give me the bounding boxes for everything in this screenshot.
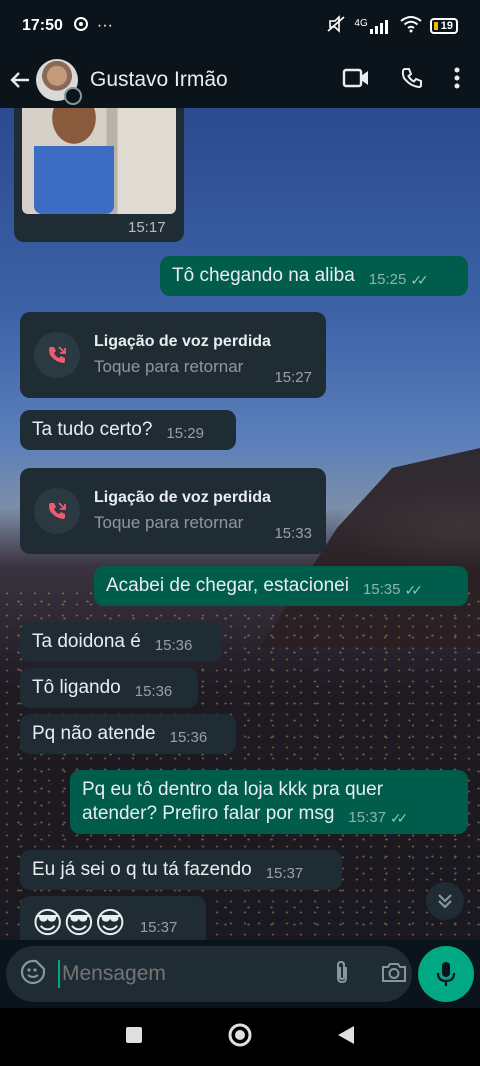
contact-avatar[interactable]	[36, 59, 82, 105]
system-navigation-bar	[0, 1008, 480, 1066]
battery-icon: 19	[429, 18, 458, 34]
message-time: 15:33	[274, 525, 312, 542]
recents-square-icon[interactable]	[125, 1026, 143, 1049]
outgoing-message[interactable]: Tô chegando na aliba 15:25 ✓✓	[160, 256, 468, 296]
read-receipt-icon: ✓✓	[410, 272, 429, 288]
menu-kebab-icon[interactable]	[454, 67, 460, 94]
mute-icon	[326, 14, 346, 38]
incoming-message[interactable]: Eu já sei o q tu tá fazendo 15:37	[20, 850, 342, 890]
status-update-icon	[64, 87, 82, 105]
signal-icon: 4G	[354, 18, 391, 34]
call-subtitle: Toque para retornar	[94, 357, 244, 376]
missed-call-icon	[34, 332, 80, 378]
chat-header: Gustavo Irmão	[0, 52, 480, 108]
back-arrow-icon[interactable]	[8, 68, 32, 92]
more-notifications-indicator: ···	[96, 17, 113, 34]
message-time: 15:37	[265, 865, 304, 882]
voice-message-button[interactable]	[418, 946, 474, 1002]
message-input[interactable]	[58, 960, 333, 988]
outgoing-message[interactable]: Pq eu tô dentro da loja kkk pra quer ate…	[70, 770, 468, 834]
message-time: 15:37	[348, 809, 386, 826]
missed-call-icon	[34, 488, 80, 534]
incoming-message[interactable]: Ta tudo certo? 15:29	[20, 410, 236, 450]
microphone-icon	[436, 962, 456, 986]
video-call-icon[interactable]	[342, 67, 370, 94]
emoji-message-text: 😎😎😎	[32, 907, 126, 940]
status-time: 17:50	[22, 17, 63, 34]
photo-timestamp: 15:17	[118, 214, 176, 241]
message-text: Ta tudo certo?	[32, 419, 153, 440]
read-receipt-icon: ✓✓	[389, 810, 409, 826]
message-time: 15:36	[154, 637, 193, 654]
message-time: 15:37	[139, 919, 178, 936]
message-time: 15:25	[368, 271, 407, 288]
status-bar: 17:50 ··· 4G 19	[0, 0, 480, 52]
network-type-label: 4G	[354, 18, 368, 29]
message-time: 15:36	[134, 683, 173, 700]
app-notification-icon	[73, 16, 89, 37]
message-text: Pq não atende	[32, 723, 156, 744]
double-chevron-down-icon	[438, 894, 452, 909]
read-receipt-icon: ✓✓	[404, 582, 424, 598]
attach-paperclip-icon[interactable]	[333, 959, 351, 990]
message-text: Pq eu tô dentro da loja kkk pra quer ate…	[82, 779, 384, 824]
emoji-sticker-icon[interactable]	[20, 959, 46, 990]
composer-bar	[0, 940, 480, 1008]
missed-call-message[interactable]: Ligação de voz perdida Toque para retorn…	[20, 312, 326, 398]
wifi-icon	[400, 15, 422, 38]
incoming-message[interactable]: 😎😎😎 15:37	[20, 896, 206, 940]
incoming-message[interactable]: Tô ligando 15:36	[20, 668, 198, 708]
message-time: 15:35	[362, 581, 401, 598]
message-text: Tô ligando	[32, 677, 121, 698]
voice-call-icon[interactable]	[400, 66, 424, 95]
outgoing-message[interactable]: Acabei de chegar, estacionei 15:35 ✓✓	[94, 566, 468, 606]
message-text: Tô chegando na aliba	[172, 265, 355, 286]
message-time: 15:36	[169, 729, 208, 746]
message-composer[interactable]	[6, 946, 412, 1002]
back-triangle-icon[interactable]	[337, 1025, 355, 1050]
incoming-message[interactable]: Pq não atende 15:36	[20, 714, 236, 754]
message-text: Ta doidona é	[32, 631, 141, 652]
call-title: Ligação de voz perdida	[94, 489, 271, 506]
message-time: 15:27	[274, 369, 312, 386]
call-subtitle: Toque para retornar	[94, 513, 244, 532]
incoming-message[interactable]: Ta doidona é 15:36	[20, 622, 222, 662]
message-text: Acabei de chegar, estacionei	[106, 575, 349, 596]
photo-thumbnail[interactable]	[22, 108, 176, 214]
message-text: Eu já sei o q tu tá fazendo	[32, 859, 252, 880]
message-time: 15:29	[166, 425, 204, 442]
contact-name[interactable]: Gustavo Irmão	[90, 68, 342, 92]
chat-messages-area[interactable]: 15:17 Tô chegando na aliba 15:25 ✓✓ Ligaçã…	[0, 108, 480, 940]
call-title: Ligação de voz perdida	[94, 333, 271, 350]
home-circle-icon[interactable]	[227, 1022, 253, 1053]
camera-icon[interactable]	[381, 961, 407, 988]
battery-level: 19	[440, 20, 453, 32]
missed-call-message[interactable]: Ligação de voz perdida Toque para retorn…	[20, 468, 326, 554]
scroll-to-bottom-button[interactable]	[426, 882, 464, 920]
